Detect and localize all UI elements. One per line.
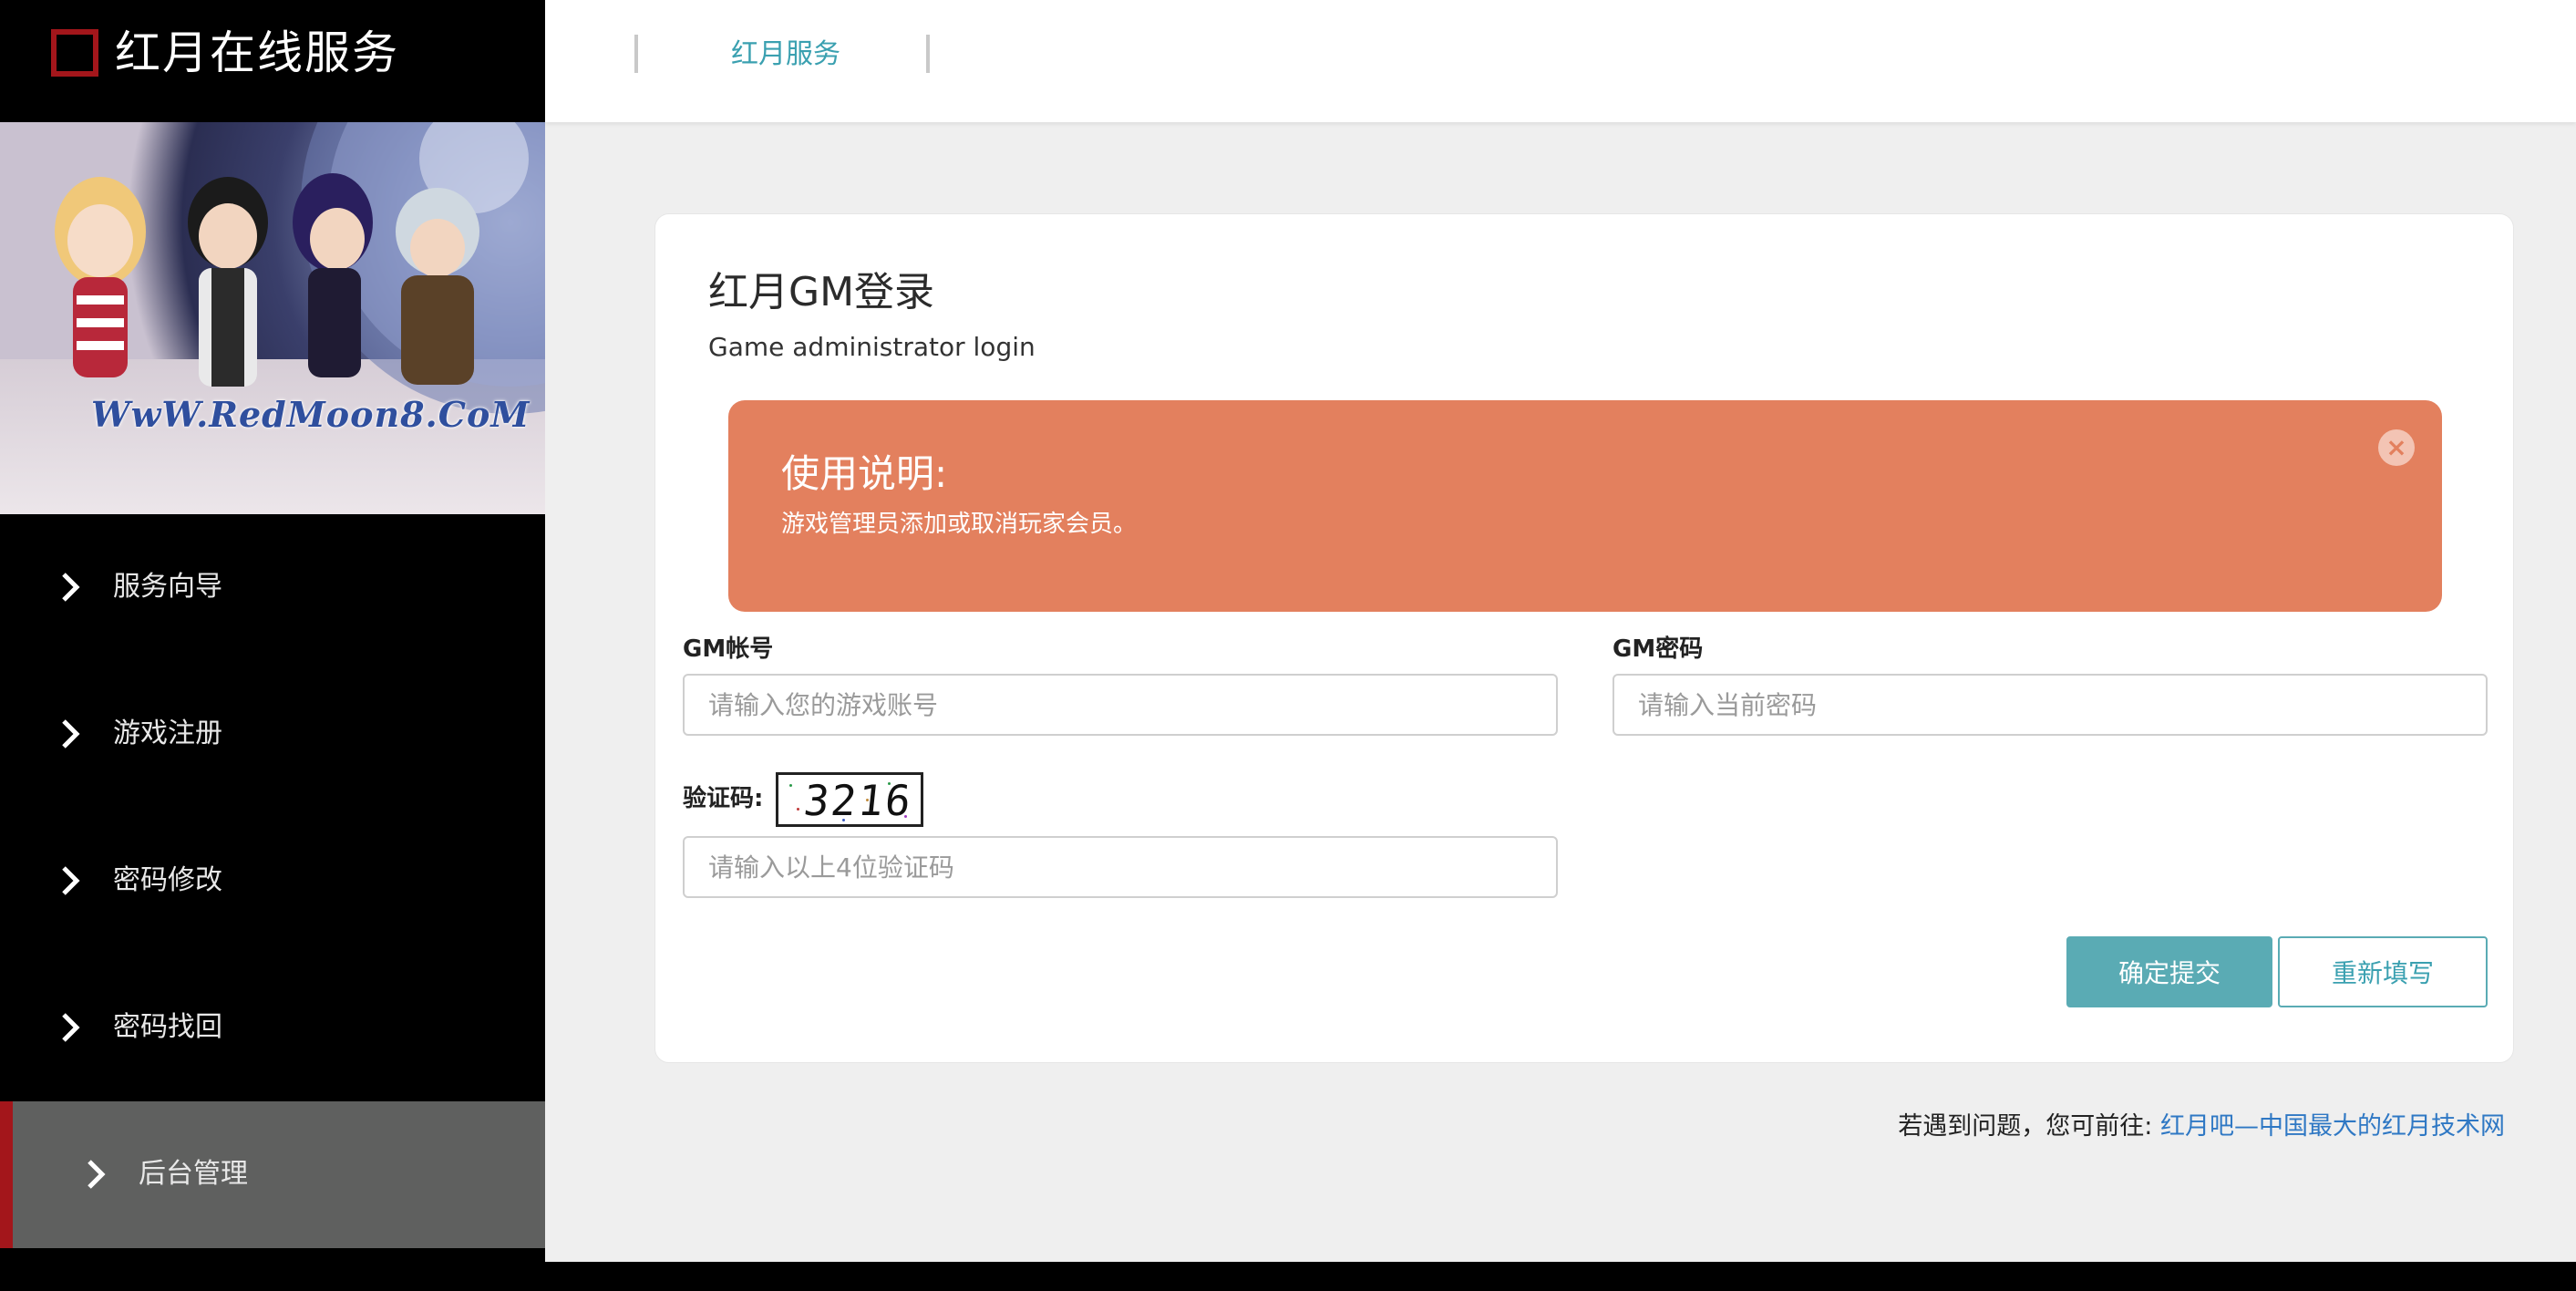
sidebar-item-label: 密码找回 <box>113 1011 222 1043</box>
chevron-right-icon <box>62 866 80 895</box>
account-label: GM帐号 <box>683 635 774 663</box>
help-footer: 若遇到问题，您可前往: 红月吧—中国最大的红月技术网 <box>1898 1110 2505 1143</box>
account-input[interactable] <box>683 674 1558 736</box>
sidebar-item-label: 游戏注册 <box>113 718 222 749</box>
submit-button[interactable]: 确定提交 <box>2066 936 2272 1007</box>
login-card: 红月GM登录 Game administrator login 使用说明: 游戏… <box>654 213 2514 1063</box>
chevron-right-icon <box>62 573 80 602</box>
instruction-alert: 使用说明: 游戏管理员添加或取消玩家会员。 × <box>728 400 2442 612</box>
brand-logo-icon <box>51 29 98 77</box>
sidebar: 红月在线服务 WwW.RedMoon8.CoM 服务向导 游戏注册 密码修改 密… <box>0 0 545 1291</box>
chevron-right-icon <box>62 1013 80 1042</box>
game-characters-illustration <box>55 122 545 414</box>
tab-divider <box>926 35 930 73</box>
password-input[interactable] <box>1613 674 2488 736</box>
sidebar-item-label: 服务向导 <box>113 571 222 603</box>
banner-image: WwW.RedMoon8.CoM <box>0 122 545 514</box>
sidebar-item-password-recover[interactable]: 密码找回 <box>0 955 545 1101</box>
chevron-right-icon <box>62 719 80 749</box>
password-label: GM密码 <box>1613 635 1704 663</box>
footer-prefix: 若遇到问题，您可前往: <box>1898 1112 2153 1141</box>
top-bar: 红月服务 <box>545 0 2576 122</box>
tab-redmoon-service[interactable]: 红月服务 <box>731 36 840 73</box>
main-content: 红月服务 红月GM登录 Game administrator login 使用说… <box>545 0 2576 1262</box>
sidebar-item-label: 后台管理 <box>139 1158 248 1190</box>
sidebar-item-admin[interactable]: 后台管理 <box>0 1101 545 1248</box>
chevron-right-icon <box>88 1160 106 1189</box>
alert-title: 使用说明: <box>781 451 948 496</box>
footer-link[interactable]: 红月吧—中国最大的红月技术网 <box>2160 1112 2505 1141</box>
sidebar-item-service-guide[interactable]: 服务向导 <box>0 514 545 661</box>
bottom-bar <box>0 1262 2576 1291</box>
captcha-label: 验证码: <box>683 785 764 812</box>
sidebar-nav: 服务向导 游戏注册 密码修改 密码找回 后台管理 <box>0 514 545 1248</box>
sidebar-item-game-register[interactable]: 游戏注册 <box>0 661 545 808</box>
brand-header: 红月在线服务 <box>0 0 545 122</box>
sidebar-item-password-change[interactable]: 密码修改 <box>0 808 545 955</box>
captcha-input[interactable] <box>683 836 1558 898</box>
tab-divider <box>634 35 638 73</box>
captcha-code: 3216 <box>801 776 915 825</box>
sidebar-item-label: 密码修改 <box>113 864 222 896</box>
page-subtitle: Game administrator login <box>708 332 1036 362</box>
close-icon[interactable]: × <box>2378 429 2415 466</box>
reset-button[interactable]: 重新填写 <box>2278 936 2488 1007</box>
brand-title: 红月在线服务 <box>115 26 399 79</box>
page-title: 红月GM登录 <box>708 269 935 315</box>
banner-watermark: WwW.RedMoon8.CoM <box>91 394 531 435</box>
captcha-image[interactable]: 3216 <box>776 772 923 827</box>
alert-text: 游戏管理员添加或取消玩家会员。 <box>781 511 1138 538</box>
